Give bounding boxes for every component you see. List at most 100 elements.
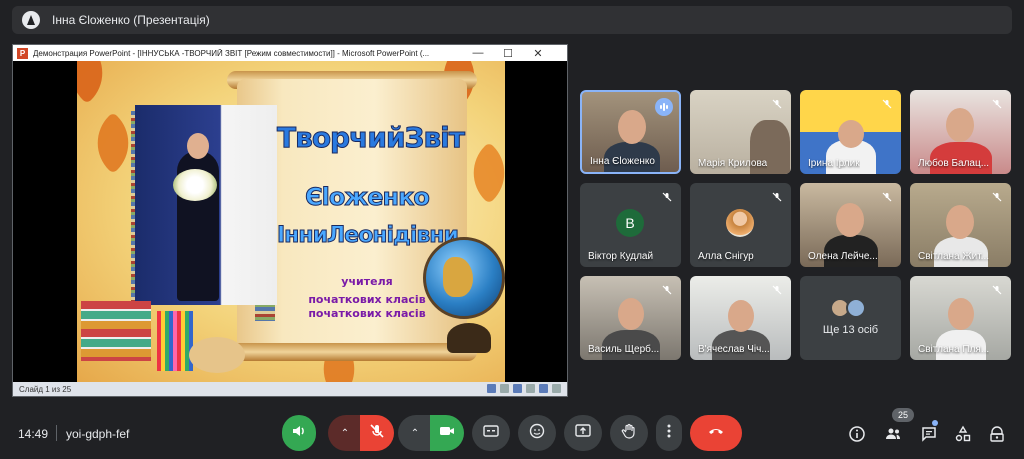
participant-avatar: [726, 209, 754, 237]
microphone-toggle-button[interactable]: [360, 415, 394, 451]
meet-root: Інна Єloженко (Презентація) P Демонстрац…: [0, 0, 1024, 459]
close-icon[interactable]: ✕: [523, 45, 553, 61]
more-participants-label: Ще 13 осіб: [822, 324, 879, 336]
emoji-icon: [528, 422, 546, 445]
present-icon: [574, 422, 592, 445]
next-slide-icon[interactable]: [513, 384, 522, 393]
present-screen-button[interactable]: [564, 415, 602, 451]
captions-button[interactable]: [472, 415, 510, 451]
mic-off-icon: [769, 96, 785, 112]
mini-avatar: [846, 298, 866, 318]
normal-view-icon[interactable]: [526, 384, 535, 393]
slide-firstname: ІнниЛеонідівни: [277, 223, 460, 249]
participant-name: Інна Єloженко: [590, 156, 655, 167]
participant-name: Любов Балац...: [918, 158, 990, 169]
chevron-up-icon: ⌃: [340, 427, 350, 439]
teacher-head: [187, 133, 209, 159]
more-options-button[interactable]: [656, 415, 682, 451]
minimize-icon[interactable]: —: [463, 45, 493, 61]
host-controls-icon[interactable]: [986, 423, 1008, 445]
more-participants-tile[interactable]: Ще 13 осіб: [800, 276, 901, 360]
slide-counter: Слайд 1 из 25: [19, 384, 72, 394]
participant-face: [946, 205, 974, 239]
camera-options-button[interactable]: ⌃: [398, 415, 432, 451]
slide-area: ТворчийЗвіт Єloженко ІнниЛеонідівни учит…: [13, 61, 567, 382]
presenter-title: Інна Єloженко (Презентація): [52, 13, 210, 27]
flower-bouquet: [173, 169, 217, 201]
participant-tile[interactable]: Інна Єloженко: [580, 90, 681, 174]
participant-tile[interactable]: В Віктор Кудлай: [580, 183, 681, 267]
participant-name: Віктор Кудлай: [588, 251, 654, 262]
shared-screen: P Демонстрация PowerPoint - [ІННУСЬКА -Т…: [12, 44, 568, 397]
mic-options-button[interactable]: ⌃: [328, 415, 362, 451]
slide-role-line3: початкових класів: [308, 307, 426, 320]
participant-tile[interactable]: Світлана Пля...: [910, 276, 1011, 360]
leave-call-button[interactable]: [690, 415, 742, 451]
participant-name: Світлана Пля...: [918, 344, 990, 355]
slide: ТворчийЗвіт Єloженко ІнниЛеонідівни учит…: [77, 61, 505, 382]
participant-tile[interactable]: Ірина Ірлик: [800, 90, 901, 174]
people-icon[interactable]: [882, 423, 904, 445]
meeting-details-icon[interactable]: [846, 423, 868, 445]
mic-off-icon: [659, 282, 675, 298]
globe-land: [443, 257, 473, 297]
globe-stand: [447, 323, 491, 353]
participant-avatar: В: [616, 209, 644, 237]
participant-face: [728, 300, 754, 332]
participant-name: В'ячеслав Чіч...: [698, 344, 770, 355]
book-stack-decoration: [81, 301, 151, 361]
participant-face: [618, 110, 646, 144]
powerpoint-logo-icon: P: [17, 47, 28, 59]
camera-toggle-button[interactable]: [430, 415, 464, 451]
camera-icon: [438, 422, 456, 445]
participant-face: [836, 203, 864, 237]
mic-off-icon: [879, 189, 895, 205]
mic-off-icon: [879, 96, 895, 112]
chevron-up-icon: ⌃: [410, 427, 420, 439]
participant-tile[interactable]: Любов Балац...: [910, 90, 1011, 174]
people-count-badge: 25: [892, 408, 914, 422]
prev-slide-icon[interactable]: [487, 384, 496, 393]
captions-icon: [482, 422, 500, 445]
slideshow-view-icon[interactable]: [552, 384, 561, 393]
speaking-indicator-icon: [655, 98, 673, 116]
participant-tile[interactable]: Марія Крилова: [690, 90, 791, 174]
participant-tile[interactable]: Алла Снігур: [690, 183, 791, 267]
mic-off-icon: [368, 422, 386, 445]
mic-off-icon: [989, 189, 1005, 205]
participant-name: Василь Щерб...: [588, 344, 660, 355]
meeting-code: yoi-gdph-fef: [66, 427, 130, 441]
pencils-decoration: [157, 311, 193, 371]
notes-icon[interactable]: [500, 384, 509, 393]
mic-off-icon: [769, 189, 785, 205]
participant-tile[interactable]: Василь Щерб...: [580, 276, 681, 360]
speaker-button[interactable]: [282, 415, 316, 451]
participant-tile[interactable]: В'ячеслав Чіч...: [690, 276, 791, 360]
end-call-icon: [707, 422, 725, 445]
chat-icon[interactable]: [918, 423, 940, 445]
participant-face: [948, 298, 974, 330]
mic-off-icon: [659, 189, 675, 205]
mic-off-icon: [769, 282, 785, 298]
participant-name: Алла Снігур: [698, 251, 754, 262]
maximize-icon[interactable]: ☐: [493, 45, 523, 61]
participant-tile[interactable]: Світлана Жит...: [910, 183, 1011, 267]
participant-name: Ірина Ірлик: [808, 158, 860, 169]
participant-face: [618, 298, 644, 330]
ppt-statusbar: Слайд 1 из 25: [13, 382, 567, 396]
reactions-button[interactable]: [518, 415, 556, 451]
activities-icon[interactable]: [952, 423, 974, 445]
ppt-titlebar: P Демонстрация PowerPoint - [ІННУСЬКА -Т…: [13, 45, 567, 61]
sorter-view-icon[interactable]: [539, 384, 548, 393]
slide-title: ТворчийЗвіт: [277, 121, 466, 155]
presenter-avatar-icon: [22, 11, 40, 29]
mic-off-icon: [989, 96, 1005, 112]
bottom-toolbar: 14:49 yoi-gdph-fef ⌃ ⌃: [0, 405, 1024, 459]
participant-name: Світлана Жит...: [918, 251, 990, 262]
toolbar-divider: [56, 425, 57, 441]
mic-off-icon: [989, 282, 1005, 298]
chat-notification-dot: [932, 420, 938, 426]
more-avatars: [830, 298, 866, 318]
raise-hand-button[interactable]: [610, 415, 648, 451]
participant-tile[interactable]: Олена Лейче...: [800, 183, 901, 267]
